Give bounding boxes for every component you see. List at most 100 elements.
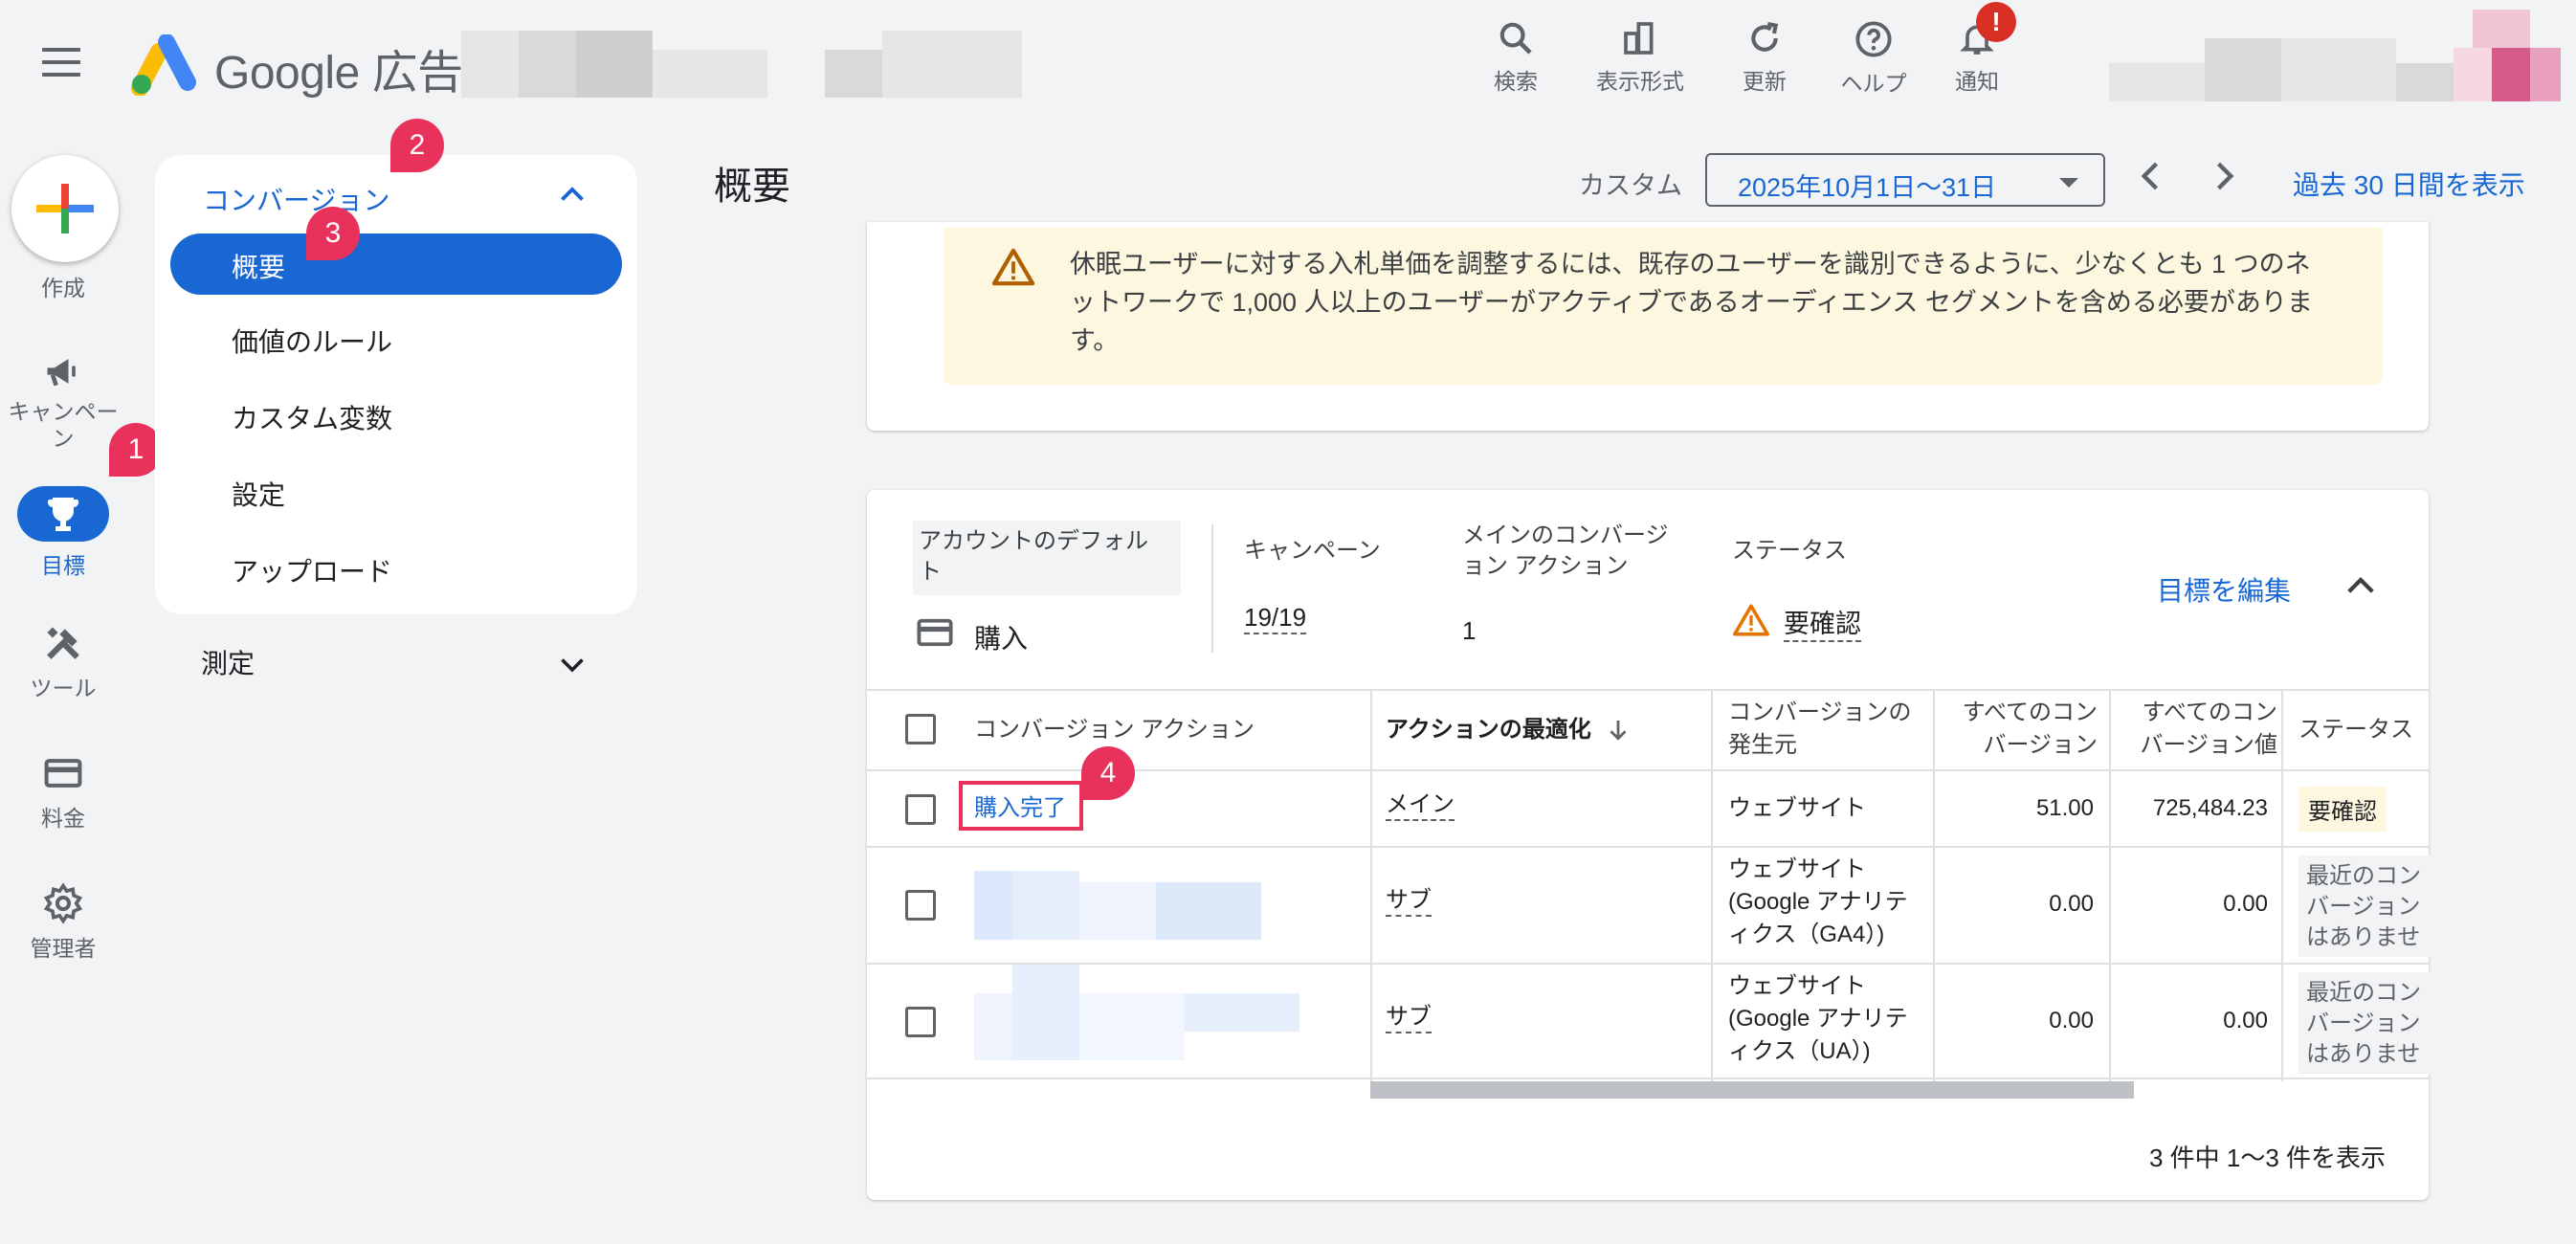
source-value: ウェブサイト (Google アナリティクス（UA）): [1728, 973, 1908, 1064]
rail-goals-label: 目標: [41, 553, 85, 578]
header-action[interactable]: コンバージョン アクション: [974, 714, 1255, 746]
status-badge: 最近のコンバージョンはありません: [2298, 855, 2432, 957]
summary-divider: [1211, 524, 1213, 653]
chevron-right-icon[interactable]: [2203, 155, 2245, 197]
header-status[interactable]: ステータス: [2298, 714, 2413, 746]
rail-billing[interactable]: 料金: [0, 752, 126, 833]
goal-summary: アカウントのデフォルト 購入 キャンペーン 19/19 メインのコンバージョン …: [867, 490, 2429, 689]
all-conversions-value: 0.00: [2049, 891, 2094, 917]
warning-icon: [991, 248, 1035, 286]
main-action-label: メインのコンバージョン アクション: [1462, 522, 1669, 579]
rail-goals-active[interactable]: [17, 486, 109, 542]
horizontal-scrollbar[interactable]: [1370, 1081, 2134, 1099]
redacted-account-name: [461, 21, 1022, 103]
arrow-down-icon: [1610, 721, 1627, 741]
warning-text: 休眠ユーザーに対する入札単価を調整するには、既存のユーザーを識別できるように、少…: [1070, 250, 2313, 355]
redacted-action-name: [974, 871, 1261, 940]
conversion-goal-card: アカウントのデフォルト 購入 キャンペーン 19/19 メインのコンバージョン …: [867, 490, 2432, 1200]
optimization-value[interactable]: メイン: [1386, 790, 1455, 821]
select-all-checkbox[interactable]: [905, 714, 936, 744]
help-tool[interactable]: ヘルプ: [1816, 11, 1931, 98]
pagination-count: 3 件中 1〜3 件を表示: [2149, 1144, 2387, 1172]
chevron-up-icon[interactable]: [2341, 566, 2381, 607]
redacted-account-info: [2109, 10, 2561, 122]
all-conversions-value: 51.00: [2035, 795, 2094, 821]
nav-item-custom-variables[interactable]: カスタム変数: [232, 398, 392, 436]
view-format-icon: [1624, 22, 1654, 55]
nav-item-overview-label: 概要: [232, 253, 286, 282]
status-badge: 要確認: [2298, 787, 2387, 832]
brand-title: Google 広告: [214, 48, 463, 99]
plus-icon: [36, 184, 94, 233]
trophy-icon: [48, 498, 79, 531]
all-conversion-value: 725,484.23: [2152, 795, 2268, 821]
top-bar: Google 広告 検索 表示形式 更新 ヘルプ 通知 !: [0, 0, 2576, 129]
rail-tools[interactable]: ツール: [0, 622, 126, 702]
chevron-left-icon[interactable]: [2130, 155, 2172, 197]
status-label: ステータス: [1732, 538, 1847, 564]
source-value: ウェブサイト: [1728, 795, 1866, 821]
conversion-action-link[interactable]: 購入完了: [974, 792, 1066, 825]
date-range-type: カスタム: [1579, 171, 1682, 200]
redacted-action-name: [974, 965, 1299, 1060]
rail-create-label: 作成: [41, 276, 85, 300]
status-value[interactable]: 要確認: [1784, 603, 1861, 642]
nav-item-value-rules[interactable]: 価値のルール: [232, 322, 392, 360]
dropdown-caret-icon: [2059, 178, 2078, 188]
optimization-value[interactable]: サブ: [1386, 1003, 1432, 1033]
row-checkbox[interactable]: [905, 1007, 936, 1037]
main-action-count: 1: [1462, 616, 1477, 645]
all-conversion-value: 0.00: [2223, 891, 2268, 917]
chevron-down-icon[interactable]: [555, 647, 589, 681]
page-title: 概要: [714, 166, 790, 208]
header-all-conversion-value[interactable]: すべてのコンバージョン値: [2121, 697, 2277, 762]
chevron-up-icon[interactable]: [555, 178, 589, 212]
search-icon: [1499, 22, 1532, 55]
nav-section-conversion[interactable]: コンバージョン: [203, 180, 389, 218]
all-conversions-value: 0.00: [2049, 1008, 2094, 1033]
view-format-tool[interactable]: 表示形式: [1583, 11, 1698, 98]
warning-card: 休眠ユーザーに対する入札単価を調整するには、既存のユーザーを識別できるように、少…: [867, 222, 2429, 431]
menu-icon[interactable]: [42, 48, 80, 78]
conversion-nav-panel: コンバージョン 概要 価値のルール カスタム変数 設定 アップロード: [155, 155, 637, 614]
row-checkbox[interactable]: [905, 794, 936, 825]
header-source[interactable]: コンバージョンの発生元: [1728, 697, 1920, 762]
credit-card-icon: [917, 618, 953, 647]
campaign-label: キャンペーン: [1244, 538, 1381, 564]
account-default-box: アカウントのデフォルト: [913, 521, 1181, 595]
create-button[interactable]: [11, 155, 119, 262]
step-badge-2: 2: [390, 119, 444, 172]
table-row: サブ ウェブサイト (Google アナリティクス（GA4）) 0.00 0.0…: [867, 846, 2432, 965]
row-checkbox[interactable]: [905, 890, 936, 921]
refresh-icon: [1751, 21, 1779, 52]
source-value: ウェブサイト (Google アナリティクス（GA4）): [1728, 856, 1908, 947]
rail-admin[interactable]: 管理者: [0, 882, 126, 963]
google-ads-logo: [130, 33, 197, 97]
campaign-count[interactable]: 19/19: [1244, 603, 1307, 634]
gear-icon: [43, 882, 83, 924]
header-all-conversions[interactable]: すべてのコンバージョン: [1948, 697, 2098, 762]
edit-goal-link[interactable]: 目標を編集: [2157, 570, 2291, 609]
help-icon: [1855, 21, 1892, 57]
table-row: サブ ウェブサイト (Google アナリティクス（UA）) 0.00 0.00…: [867, 963, 2432, 1081]
refresh-tool[interactable]: 更新: [1707, 11, 1822, 98]
date-range-selector[interactable]: 2025年10月1日〜31日: [1705, 153, 2105, 207]
rail-campaign[interactable]: キャンペーン: [0, 350, 126, 452]
credit-card-icon: [44, 759, 82, 788]
nav-section-measurement[interactable]: 測定: [201, 643, 255, 681]
notification-badge: !: [1976, 2, 2016, 42]
step-badge-3: 3: [306, 207, 360, 260]
warning-icon: [1733, 604, 1769, 636]
account-default-label: アカウントのデフォルト: [919, 528, 1148, 585]
view-past-30-days-link[interactable]: 過去 30 日間を表示: [2293, 165, 2525, 203]
status-badge: 最近のコンバージョンはありません: [2298, 972, 2432, 1074]
date-range-value: 2025年10月1日〜31日: [1738, 173, 1997, 202]
nav-item-upload[interactable]: アップロード: [232, 551, 392, 589]
header-optimization[interactable]: アクションの最適化: [1386, 714, 1591, 746]
megaphone-icon: [47, 359, 76, 387]
optimization-value[interactable]: サブ: [1386, 886, 1432, 917]
warning-banner: 休眠ユーザーに対する入札単価を調整するには、既存のユーザーを識別できるように、少…: [944, 228, 2383, 385]
nav-item-settings[interactable]: 設定: [232, 475, 285, 513]
search-tool[interactable]: 検索: [1458, 11, 1573, 98]
tools-icon: [47, 627, 79, 659]
